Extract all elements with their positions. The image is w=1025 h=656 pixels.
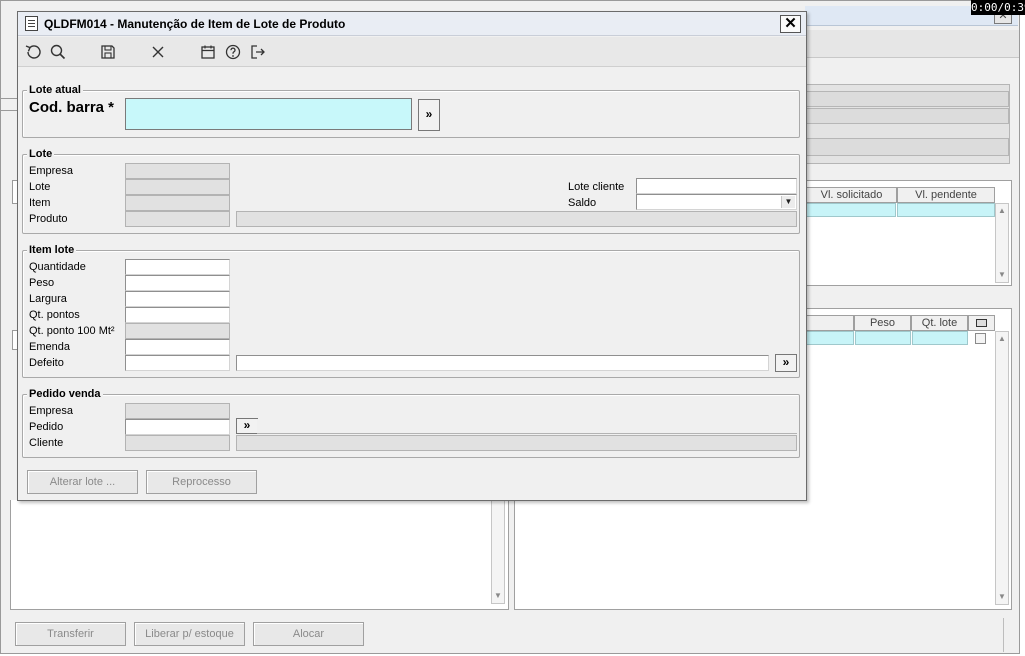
cliente-code-field bbox=[125, 435, 230, 451]
grid-header-peso[interactable]: Peso bbox=[854, 315, 911, 331]
grid-cell[interactable] bbox=[806, 331, 854, 345]
calendar-icon[interactable] bbox=[199, 43, 217, 61]
lote-item-field bbox=[125, 195, 230, 211]
video-timer: 0:00/0:39 bbox=[971, 0, 1025, 15]
defeito-desc-input[interactable] bbox=[236, 355, 769, 371]
group-item-lote-legend: Item lote bbox=[27, 244, 77, 256]
pedido-input[interactable] bbox=[125, 419, 230, 435]
scroll-up-arrow-icon[interactable]: ▲ bbox=[996, 204, 1008, 218]
qt-pontos-label: Qt. pontos bbox=[29, 309, 80, 321]
lote-produto-desc-field bbox=[236, 211, 797, 227]
background-toolbar bbox=[805, 30, 1019, 58]
saldo-label: Saldo bbox=[568, 197, 597, 209]
qt-ponto-100-label: Qt. ponto 100 Mt² bbox=[29, 325, 115, 337]
grid-header-vl-solicitado[interactable]: Vl. solicitado bbox=[806, 187, 897, 203]
background-edge bbox=[1003, 618, 1021, 652]
lote-lote-label: Lote bbox=[29, 181, 51, 193]
save-icon[interactable] bbox=[99, 43, 117, 61]
grid-cell[interactable] bbox=[806, 203, 896, 217]
saldo-select[interactable]: ▼ bbox=[636, 194, 797, 210]
grid-header-blank[interactable] bbox=[806, 315, 854, 331]
cliente-label: Cliente bbox=[29, 437, 64, 449]
quantidade-input[interactable] bbox=[125, 259, 230, 275]
liberar-estoque-button[interactable]: Liberar p/ estoque bbox=[134, 622, 245, 646]
largura-input[interactable] bbox=[125, 291, 230, 307]
select-all-icon bbox=[976, 319, 987, 327]
group-lote-legend: Lote bbox=[27, 148, 55, 160]
cod-barra-label: Cod. barra * bbox=[29, 99, 115, 116]
grid-header-qt-lote[interactable]: Qt. lote bbox=[911, 315, 968, 331]
largura-label: Largura bbox=[29, 293, 67, 305]
cliente-name-field bbox=[236, 435, 797, 451]
lote-lote-field bbox=[125, 179, 230, 195]
pedido-desc-field bbox=[257, 419, 797, 434]
lote-empresa-field bbox=[125, 163, 230, 179]
peso-label: Peso bbox=[29, 277, 55, 289]
transferir-button[interactable]: Transferir bbox=[15, 622, 126, 646]
group-lote-atual-legend: Lote atual bbox=[27, 84, 83, 96]
emenda-input[interactable] bbox=[125, 339, 230, 355]
row-checkbox[interactable] bbox=[975, 333, 986, 344]
cod-barra-input[interactable] bbox=[125, 98, 412, 130]
defeito-label: Defeito bbox=[29, 357, 64, 369]
defeito-lookup-button[interactable]: » bbox=[775, 354, 797, 372]
search-icon[interactable] bbox=[49, 43, 67, 61]
grid-scrollbar[interactable]: ▲ ▼ bbox=[995, 203, 1009, 283]
app-document-icon bbox=[25, 16, 38, 31]
alterar-lote-button[interactable]: Alterar lote ... bbox=[27, 470, 138, 494]
emenda-label: Emenda bbox=[29, 341, 70, 353]
lote-produto-label: Produto bbox=[29, 213, 68, 225]
group-pedido-venda-legend: Pedido venda bbox=[27, 388, 103, 400]
scroll-down-arrow-icon[interactable]: ▼ bbox=[996, 590, 1008, 604]
lote-cliente-label: Lote cliente bbox=[568, 181, 625, 193]
qt-ponto-100-field bbox=[125, 323, 230, 339]
background-field bbox=[806, 91, 1009, 107]
grid-cell[interactable] bbox=[855, 331, 911, 345]
background-divider bbox=[0, 98, 17, 100]
alocar-button[interactable]: Alocar bbox=[253, 622, 364, 646]
pedido-lookup-button[interactable]: » bbox=[236, 418, 258, 434]
background-field bbox=[806, 138, 1009, 156]
pedido-empresa-field bbox=[125, 403, 230, 419]
help-icon[interactable] bbox=[224, 43, 242, 61]
scroll-down-arrow-icon[interactable]: ▼ bbox=[492, 589, 504, 603]
reprocesso-button[interactable]: Reprocesso bbox=[146, 470, 257, 494]
lote-cliente-input[interactable] bbox=[636, 178, 797, 194]
background-left-panel bbox=[10, 500, 509, 610]
grid-header-vl-pendente[interactable]: Vl. pendente bbox=[897, 187, 995, 203]
peso-input[interactable] bbox=[125, 275, 230, 291]
cod-barra-lookup-button[interactable]: » bbox=[418, 99, 440, 131]
quantidade-label: Quantidade bbox=[29, 261, 86, 273]
exit-icon[interactable] bbox=[249, 43, 267, 61]
lote-item-label: Item bbox=[29, 197, 51, 209]
scroll-up-arrow-icon[interactable]: ▲ bbox=[996, 332, 1008, 346]
dialog-titlebar[interactable]: QLDFM014 - Manutenção de Item de Lote de… bbox=[18, 12, 806, 36]
grid-header-select[interactable] bbox=[968, 315, 995, 331]
undo-icon[interactable] bbox=[24, 43, 42, 61]
defeito-code-input[interactable] bbox=[125, 355, 230, 371]
background-divider bbox=[0, 110, 17, 112]
lote-produto-code-field bbox=[125, 211, 230, 227]
grid-cell[interactable] bbox=[897, 203, 995, 217]
grid-scrollbar[interactable]: ▲ ▼ bbox=[995, 331, 1009, 605]
grid-cell[interactable] bbox=[912, 331, 968, 345]
left-panel-scrollbar[interactable]: ▼ bbox=[491, 500, 505, 604]
background-field bbox=[806, 108, 1009, 124]
chevron-down-icon[interactable]: ▼ bbox=[781, 196, 795, 208]
pedido-label: Pedido bbox=[29, 421, 64, 433]
close-icon[interactable] bbox=[149, 43, 167, 61]
dialog-toolbar bbox=[18, 37, 806, 67]
qt-pontos-input[interactable] bbox=[125, 307, 230, 323]
dialog-close-button[interactable]: ✕ bbox=[780, 15, 801, 33]
pedido-empresa-label: Empresa bbox=[29, 405, 74, 417]
dialog-title: QLDFM014 - Manutenção de Item de Lote de… bbox=[44, 17, 346, 31]
lote-empresa-label: Empresa bbox=[29, 165, 74, 177]
scroll-down-arrow-icon[interactable]: ▼ bbox=[996, 268, 1008, 282]
